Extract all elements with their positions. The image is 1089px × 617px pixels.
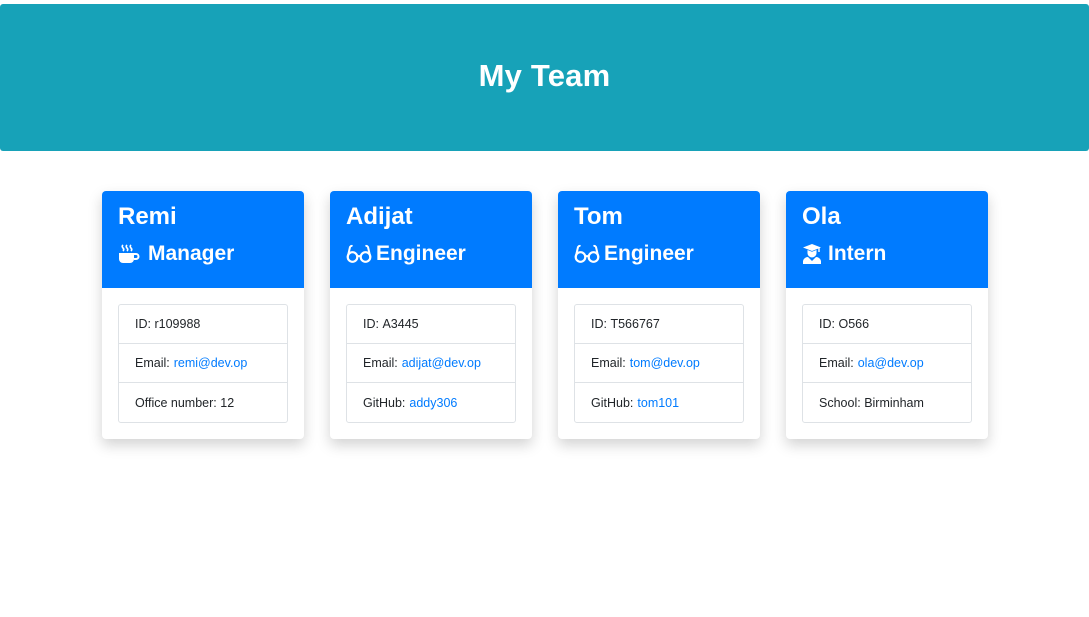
- employee-details-list: ID: A3445 Email: adijat@dev.op GitHub: add…: [346, 304, 516, 423]
- id-label: ID:: [819, 317, 835, 331]
- office-number-value: 12: [220, 395, 235, 410]
- card-header: Ola Intern: [786, 191, 988, 288]
- email-label: Email:: [591, 356, 626, 370]
- employee-role: Engineer: [346, 242, 516, 266]
- list-item-email: Email: ola@dev.op: [803, 344, 971, 383]
- employee-details-list: ID: r109988 Email: remi@dev.op Office num…: [118, 304, 288, 423]
- school-value: Birminham: [864, 395, 924, 410]
- employee-card-remi: Remi Manager ID: r109988 Email: remi@dev.…: [102, 191, 304, 439]
- list-item-school: School: Birminham: [803, 383, 971, 422]
- employee-details-list: ID: T566767 Email: tom@dev.op GitHub: tom1…: [574, 304, 744, 423]
- list-item-id: ID: A3445: [347, 305, 515, 344]
- id-value: T566767: [610, 317, 660, 331]
- role-label: Manager: [148, 242, 235, 265]
- employee-name: Tom: [574, 203, 623, 230]
- github-link[interactable]: tom101: [637, 396, 679, 410]
- office-number-label: Office number:: [135, 395, 217, 410]
- page-title: My Team: [478, 57, 611, 93]
- glasses-icon: [574, 242, 600, 266]
- github-link[interactable]: addy306: [409, 396, 457, 410]
- role-label: Engineer: [604, 242, 694, 265]
- list-item-email: Email: adijat@dev.op: [347, 344, 515, 383]
- id-label: ID:: [591, 317, 607, 331]
- role-label: Intern: [828, 242, 887, 265]
- employee-card-ola: Ola Intern ID: O566 Email: ola@dev.op Sc…: [786, 191, 988, 439]
- id-value: A3445: [382, 317, 419, 331]
- github-label: GitHub:: [363, 395, 406, 410]
- employee-card-adijat: Adijat Engineer ID: A3445 Email: adijat@d…: [330, 191, 532, 439]
- list-item-office-number: Office number: 12: [119, 383, 287, 422]
- card-header: Tom Engineer: [558, 191, 760, 288]
- card-header: Adijat Engineer: [330, 191, 532, 288]
- school-label: School:: [819, 395, 861, 410]
- list-item-id: ID: T566767: [575, 305, 743, 344]
- id-label: ID:: [135, 317, 151, 331]
- list-item-github: GitHub: tom101: [575, 383, 743, 422]
- email-link[interactable]: adijat@dev.op: [402, 356, 481, 370]
- glasses-icon: [346, 242, 372, 266]
- page-header: My Team: [0, 4, 1089, 151]
- list-item-github: GitHub: addy306: [347, 383, 515, 422]
- list-item-id: ID: O566: [803, 305, 971, 344]
- employee-details-list: ID: O566 Email: ola@dev.op School: Birmin…: [802, 304, 972, 423]
- email-link[interactable]: remi@dev.op: [174, 356, 248, 370]
- list-item-email: Email: tom@dev.op: [575, 344, 743, 383]
- employee-card-tom: Tom Engineer ID: T566767 Email: tom@dev.o…: [558, 191, 760, 439]
- employee-name: Ola: [802, 203, 841, 230]
- coffee-icon: [118, 242, 144, 266]
- email-label: Email:: [819, 356, 854, 370]
- employee-role: Manager: [118, 242, 288, 266]
- employee-role: Intern: [802, 242, 972, 266]
- role-label: Engineer: [376, 242, 466, 265]
- id-value: O566: [838, 317, 870, 331]
- employee-name: Remi: [118, 203, 177, 230]
- email-link[interactable]: tom@dev.op: [630, 356, 700, 370]
- list-item-id: ID: r109988: [119, 305, 287, 344]
- email-label: Email:: [363, 356, 398, 370]
- card-header: Remi Manager: [102, 191, 304, 288]
- graduate-icon: [802, 242, 824, 266]
- email-label: Email:: [135, 356, 170, 370]
- employee-name: Adijat: [346, 203, 413, 230]
- github-label: GitHub:: [591, 395, 634, 410]
- list-item-email: Email: remi@dev.op: [119, 344, 287, 383]
- employee-role: Engineer: [574, 242, 744, 266]
- id-value: r109988: [154, 317, 201, 331]
- email-link[interactable]: ola@dev.op: [858, 356, 924, 370]
- id-label: ID:: [363, 317, 379, 331]
